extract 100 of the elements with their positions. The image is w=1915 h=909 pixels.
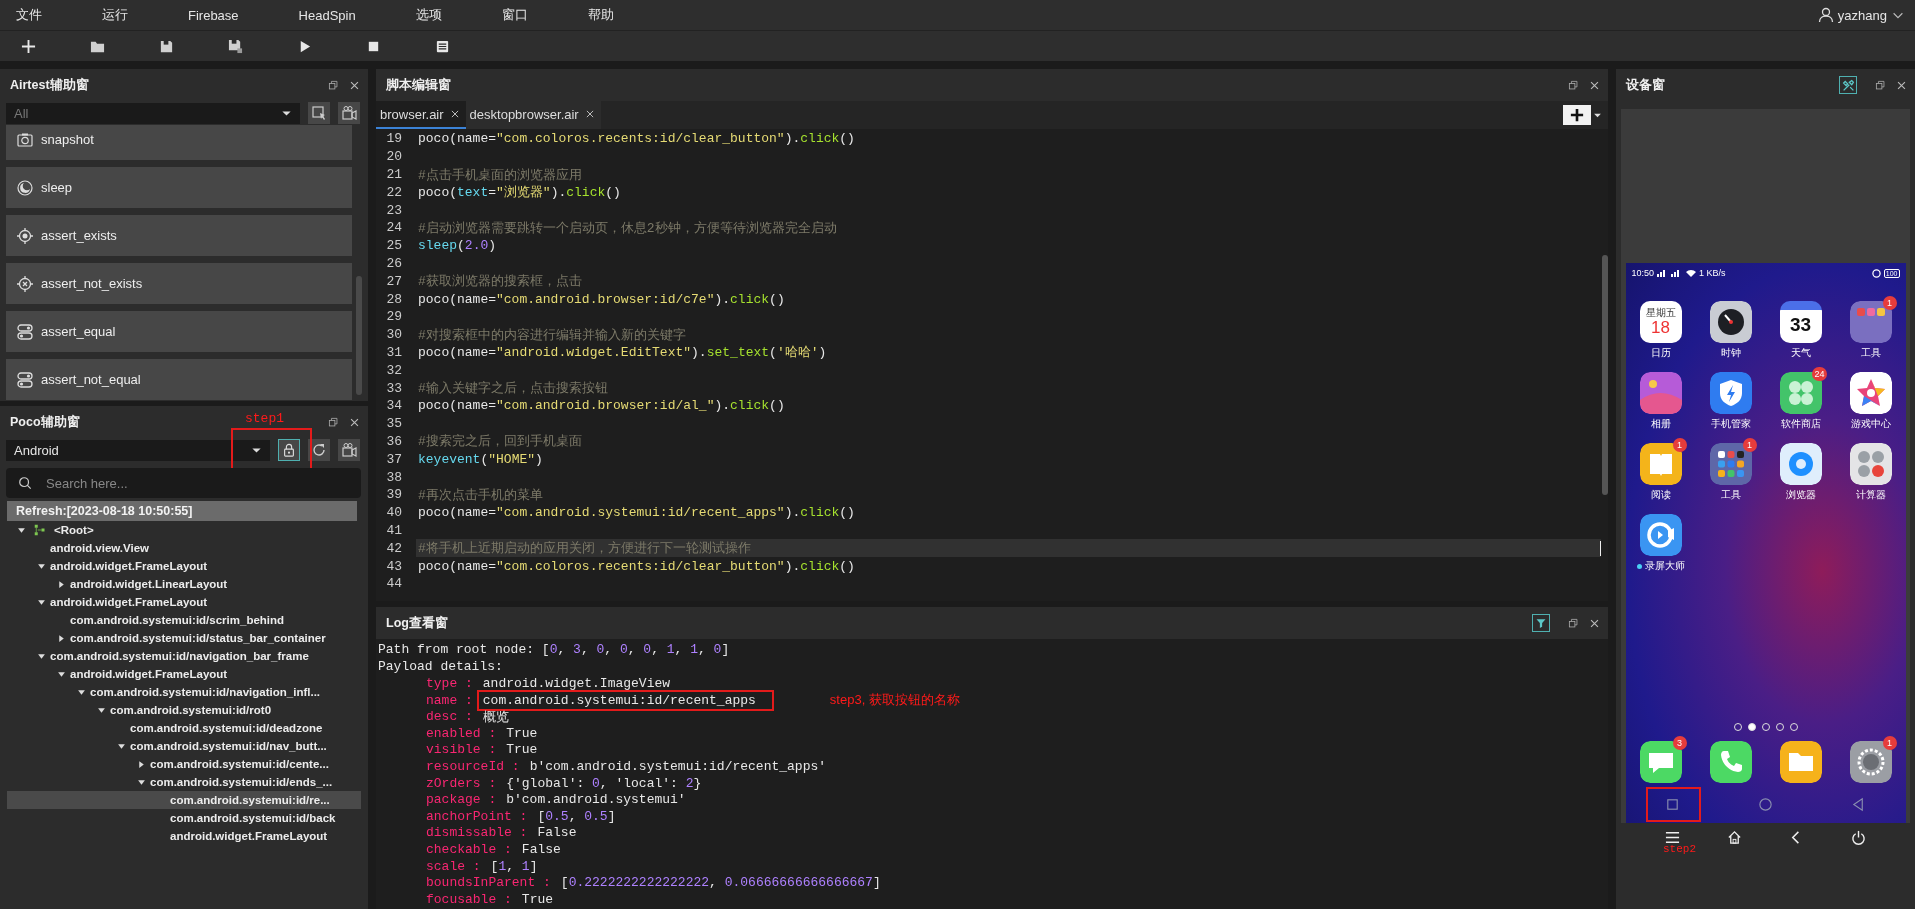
triangle-down-icon[interactable]: [137, 777, 146, 787]
menu-item[interactable]: 运行: [102, 6, 128, 24]
lock-button[interactable]: [278, 439, 300, 461]
menu-item[interactable]: 窗口: [501, 6, 528, 24]
menu-item[interactable]: 选项: [415, 6, 442, 24]
calendar-icon[interactable]: 星期五 18: [1639, 301, 1682, 343]
restore-icon[interactable]: [1568, 79, 1579, 91]
log-line: Payload details:: [378, 658, 504, 676]
triangle-down-icon[interactable]: [17, 525, 26, 535]
tree-item[interactable]: com.android.systemui:id/cente...: [7, 755, 361, 773]
menu-icon[interactable]: [1664, 829, 1680, 845]
tree-item[interactable]: com.android.systemui:id/back: [7, 809, 361, 827]
tree-item[interactable]: android.widget.FrameLayout: [7, 665, 361, 683]
action-button[interactable]: sleep: [6, 167, 352, 208]
search-field[interactable]: Search here...: [6, 468, 361, 498]
action-button[interactable]: snapshot: [6, 125, 352, 160]
record-button[interactable]: [338, 102, 360, 124]
action-button[interactable]: assert_exists: [6, 215, 352, 256]
plus-icon[interactable]: [20, 38, 36, 54]
gallery-icon[interactable]: [1639, 372, 1682, 414]
folder-icon[interactable]: [1779, 741, 1822, 783]
close-icon[interactable]: [1589, 617, 1600, 629]
restore-icon[interactable]: [328, 416, 339, 428]
triangle-right-icon[interactable]: [57, 633, 66, 643]
record-button[interactable]: [338, 439, 360, 461]
close-icon[interactable]: [349, 416, 360, 428]
gear-icon[interactable]: [1849, 741, 1892, 783]
menu-item[interactable]: Firebase: [188, 7, 239, 23]
close-icon[interactable]: [1896, 79, 1907, 91]
user-name[interactable]: yazhang: [1837, 7, 1887, 23]
power-icon[interactable]: [1851, 829, 1867, 845]
page-indicator-dot[interactable]: [1747, 723, 1756, 731]
triangle-down-icon[interactable]: [37, 651, 46, 661]
action-button[interactable]: assert_equal: [6, 311, 352, 352]
clock-icon[interactable]: [1709, 301, 1752, 343]
line-number: 43: [385, 558, 402, 574]
tree-item[interactable]: com.android.systemui:id/status_bar_container: [7, 629, 361, 647]
tree-item[interactable]: android.widget.FrameLayout: [7, 593, 361, 611]
triangle-down-icon[interactable]: [37, 597, 46, 607]
video-camera-icon[interactable]: [1639, 514, 1682, 556]
tree-item[interactable]: android.widget.LinearLayout: [7, 575, 361, 593]
triangle-right-icon[interactable]: [137, 759, 146, 769]
chat-bubble-icon[interactable]: [1639, 741, 1682, 783]
triangle-down-icon[interactable]: [97, 705, 106, 715]
tree-item[interactable]: android.widget.FrameLayout: [7, 827, 361, 845]
filter-button[interactable]: [1532, 614, 1550, 632]
tree-item[interactable]: android.view.View: [7, 539, 361, 557]
tools-button[interactable]: [1839, 76, 1857, 94]
triangle-down-icon[interactable]: [57, 669, 66, 679]
book-icon[interactable]: [1639, 443, 1682, 485]
tree-item[interactable]: com.android.systemui:id/re...: [7, 791, 361, 809]
menu-item[interactable]: 帮助: [587, 6, 614, 24]
close-icon[interactable]: [584, 109, 595, 119]
restore-icon[interactable]: [1568, 617, 1579, 629]
swirl-icon[interactable]: [1779, 443, 1822, 485]
floppy-disk-icon[interactable]: [227, 38, 243, 54]
tree-item[interactable]: com.android.systemui:id/rot0: [7, 701, 361, 719]
tree-item[interactable]: com.android.systemui:id/navigation_bar_frame: [7, 647, 361, 665]
add-tab-button[interactable]: [1563, 105, 1591, 125]
calculator-icon[interactable]: [1849, 443, 1892, 485]
clover-icon[interactable]: [1779, 372, 1822, 414]
close-icon[interactable]: [1589, 79, 1600, 91]
triangle-down-icon[interactable]: [77, 687, 86, 697]
circle-icon[interactable]: [1758, 796, 1773, 812]
action-button[interactable]: assert_not_equal: [6, 359, 352, 400]
folder-icon[interactable]: [1849, 301, 1892, 343]
restore-icon[interactable]: [328, 79, 339, 91]
folder-icon[interactable]: [1709, 443, 1752, 485]
tree-item[interactable]: com.android.systemui:id/scrim_behind: [7, 611, 361, 629]
file-tab[interactable]: desktopbrowser.air: [465, 101, 601, 129]
tree-item[interactable]: android.widget.FrameLayout: [7, 557, 361, 575]
close-icon[interactable]: [449, 109, 460, 119]
phone-icon[interactable]: [1709, 741, 1752, 783]
refresh-button[interactable]: [308, 439, 330, 461]
platform-dropdown[interactable]: Android: [6, 439, 270, 461]
select-region-button[interactable]: [308, 102, 330, 124]
close-icon[interactable]: [349, 79, 360, 91]
triangle-down-icon[interactable]: [117, 741, 126, 751]
square-icon[interactable]: [1664, 796, 1680, 812]
triangle-right-icon[interactable]: [57, 579, 66, 589]
action-button[interactable]: assert_not_exists: [6, 263, 352, 304]
app-label: 浏览器: [1785, 488, 1816, 502]
tree-item[interactable]: com.android.systemui:id/ends_...: [7, 773, 361, 791]
tree-item[interactable]: com.android.systemui:id/navigation_infl...: [7, 683, 361, 701]
restore-icon[interactable]: [1875, 79, 1886, 91]
file-tab[interactable]: browser.air: [376, 101, 466, 129]
tree-item[interactable]: <Root>: [7, 521, 361, 539]
code-line: keyevent("HOME"): [417, 450, 543, 469]
menu-item[interactable]: 文件: [16, 6, 42, 24]
weather-icon[interactable]: 33: [1779, 301, 1822, 343]
scrollbar-thumb[interactable]: [1602, 255, 1608, 495]
scrollbar-thumb[interactable]: [356, 276, 362, 395]
triangle-down-icon[interactable]: [37, 561, 46, 571]
home-icon[interactable]: [1726, 829, 1742, 845]
tree-item[interactable]: com.android.systemui:id/deadzone: [7, 719, 361, 737]
menu-item[interactable]: HeadSpin: [298, 7, 356, 23]
filter-dropdown[interactable]: All: [6, 102, 300, 124]
list-icon[interactable]: [434, 38, 450, 54]
shield-icon[interactable]: [1709, 372, 1752, 414]
tree-item[interactable]: com.android.systemui:id/nav_butt...: [7, 737, 361, 755]
